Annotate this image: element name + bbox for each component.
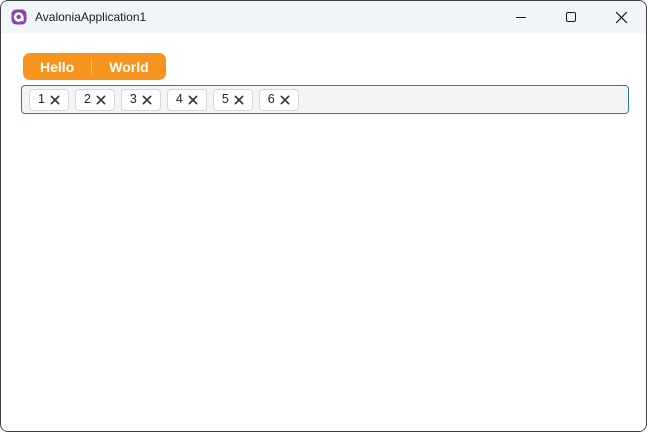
maximize-button[interactable] <box>546 1 596 33</box>
hello-button[interactable]: Hello <box>23 53 91 80</box>
close-x-icon <box>142 95 152 104</box>
chip-item: 3 <box>120 88 161 111</box>
minimize-button[interactable] <box>496 1 546 33</box>
chip-value: 6 <box>267 92 275 107</box>
chip-item: 4 <box>166 88 207 111</box>
avalonia-logo-icon <box>11 9 27 25</box>
close-x-icon <box>50 95 60 104</box>
chip-remove-button[interactable] <box>142 95 152 105</box>
close-x-icon <box>188 95 198 104</box>
content-area: Hello World 1 2 3 4 5 6 <box>1 33 646 431</box>
chip-value: 2 <box>83 92 91 107</box>
close-x-icon <box>280 95 290 104</box>
close-x-icon <box>96 95 106 104</box>
chip-value: 3 <box>129 92 137 107</box>
window-maximize-icon <box>566 12 576 22</box>
chip-remove-button[interactable] <box>234 95 244 105</box>
window-minimize-icon <box>516 16 526 18</box>
chip-item: 5 <box>212 88 253 111</box>
chip-value: 5 <box>221 92 229 107</box>
hello-world-button-group: Hello World <box>23 53 166 80</box>
titlebar[interactable]: AvaloniaApplication1 <box>1 1 646 33</box>
chip-item: 1 <box>29 88 69 111</box>
caption-buttons <box>496 1 646 33</box>
app-window: AvaloniaApplication1 Hello World 1 2 3 4… <box>0 0 647 432</box>
chips-input-field[interactable]: 1 2 3 4 5 6 <box>21 85 629 114</box>
close-button[interactable] <box>596 1 646 33</box>
world-button[interactable]: World <box>92 53 165 80</box>
chip-remove-button[interactable] <box>96 95 106 105</box>
chip-item: 6 <box>258 88 299 111</box>
chip-item: 2 <box>74 88 115 111</box>
chip-value: 1 <box>38 92 45 107</box>
close-x-icon <box>234 95 244 104</box>
window-title: AvaloniaApplication1 <box>35 10 147 24</box>
chip-remove-button[interactable] <box>188 95 198 105</box>
chip-remove-button[interactable] <box>50 95 60 105</box>
chip-value: 4 <box>175 92 183 107</box>
chip-remove-button[interactable] <box>280 95 290 105</box>
window-close-icon <box>615 11 627 23</box>
